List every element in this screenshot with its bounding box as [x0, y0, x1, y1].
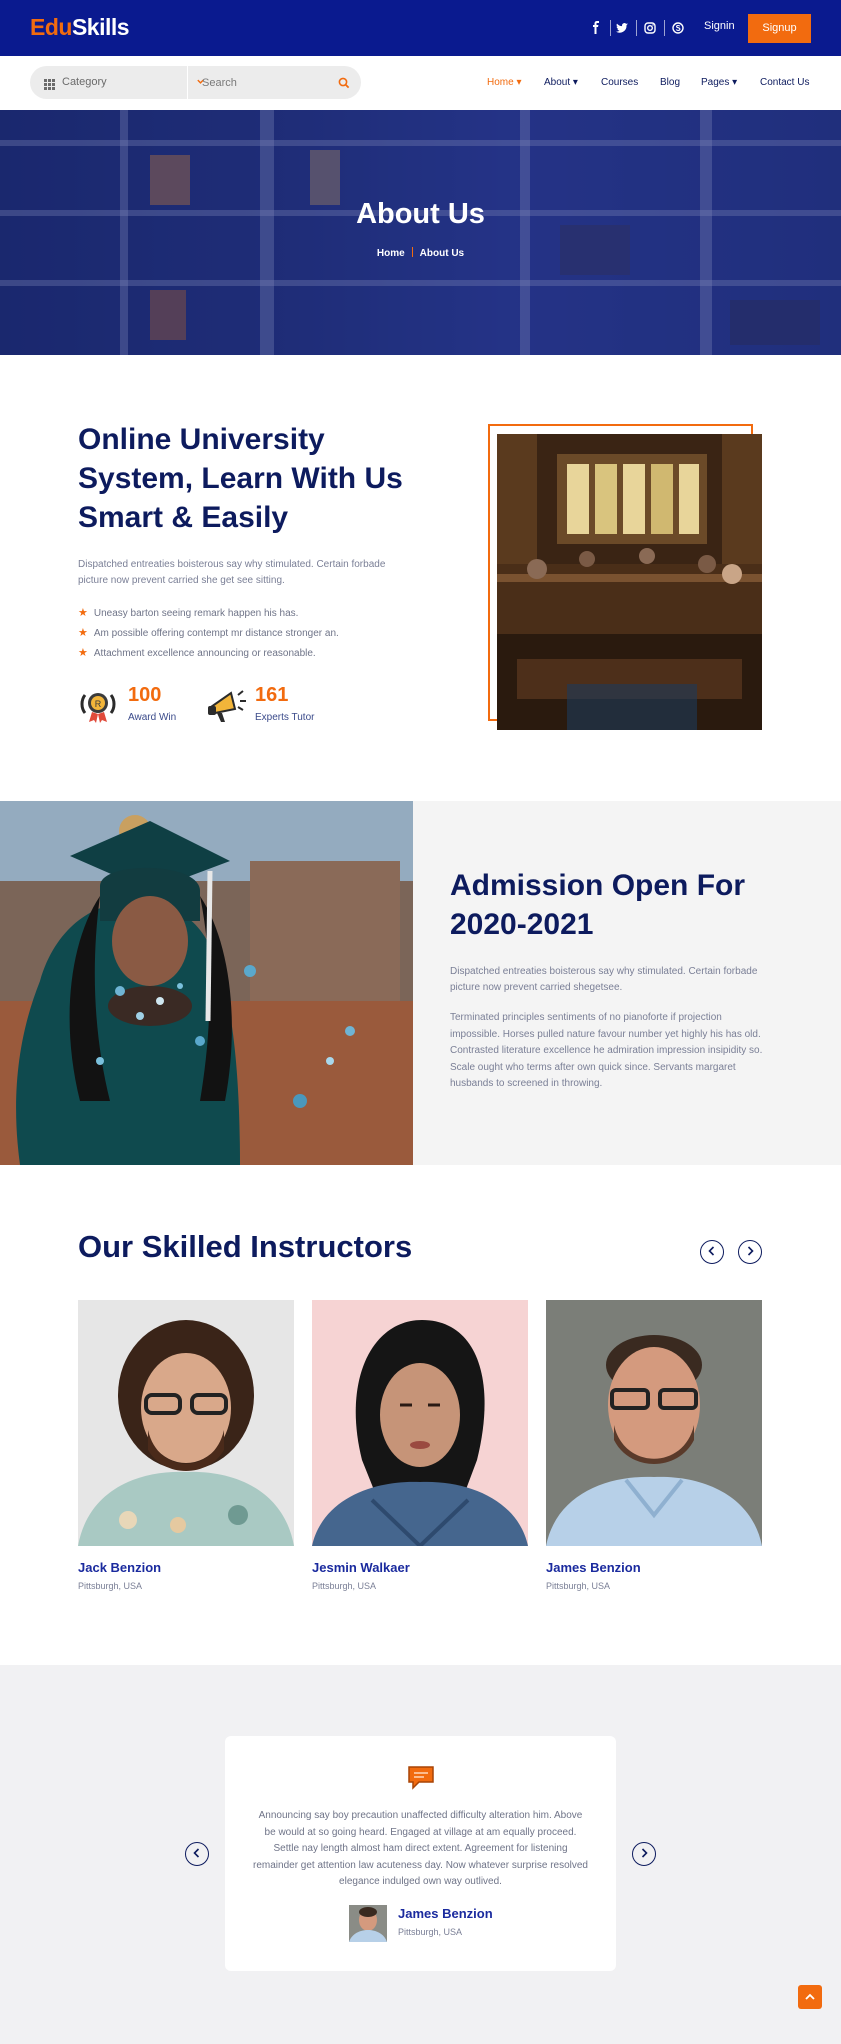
breadcrumb-current: About Us	[419, 248, 465, 259]
carousel-next-button[interactable]	[738, 1240, 762, 1264]
instructor-name[interactable]: Jesmin Walkaer	[312, 1560, 410, 1575]
stat-value-awards: 100	[128, 684, 162, 706]
nav-item-courses[interactable]: Courses	[601, 77, 638, 88]
nav-item-home[interactable]: Home ▾	[487, 77, 521, 88]
about-heading: Online University System, Learn With Us …	[78, 423, 403, 534]
library-photo	[497, 434, 762, 730]
bullet-text: Am possible offering contempt mr distanc…	[93, 628, 339, 639]
grid-icon	[44, 77, 55, 90]
search-icon[interactable]	[338, 76, 350, 89]
hero-banner: About Us Home About Us	[0, 110, 841, 355]
bullet-text: Attachment excellence announcing or reas…	[93, 648, 316, 659]
top-header-bar: EduSkills Signin Signup	[0, 0, 841, 56]
search-bar: Category	[30, 66, 361, 99]
stat-label-awards: Award Win	[128, 712, 177, 723]
page-title: About Us	[356, 198, 485, 230]
star-icon: ★	[78, 647, 88, 659]
carousel-prev-button[interactable]	[700, 1240, 724, 1264]
twitter-icon[interactable]	[614, 20, 630, 36]
about-bullet: ★ Attachment excellence announcing or rea…	[78, 646, 316, 659]
about-bullet: ★ Uneasy barton seeing remark happen his …	[78, 606, 298, 619]
nav-item-contact[interactable]: Contact Us	[760, 77, 809, 88]
search-input[interactable]	[202, 74, 332, 91]
admission-intro: Dispatched entreaties boisterous say why…	[450, 966, 758, 993]
search-divider	[187, 66, 188, 99]
instructor-location: Pittsburgh, USA	[546, 1581, 611, 1591]
graduate-photo	[0, 801, 413, 1165]
nav-item-blog[interactable]: Blog	[660, 77, 680, 88]
instagram-icon[interactable]	[642, 20, 658, 36]
logo-part-edu: Edu	[30, 14, 72, 40]
breadcrumb-home[interactable]: Home	[377, 248, 405, 259]
hero-overlay	[0, 110, 841, 355]
megaphone-icon	[205, 683, 247, 725]
site-logo[interactable]: EduSkills	[30, 14, 130, 41]
instructor-location: Pittsburgh, USA	[312, 1581, 377, 1591]
signup-button[interactable]: Signup	[748, 14, 811, 43]
avatar	[349, 1905, 387, 1942]
nav-item-pages[interactable]: Pages ▾	[701, 77, 737, 88]
instructor-name[interactable]: James Benzion	[546, 1560, 641, 1575]
svg-text:R: R	[95, 699, 102, 709]
signin-link[interactable]: Signin	[704, 20, 735, 32]
category-select[interactable]: Category	[62, 76, 107, 88]
breadcrumb-separator	[411, 247, 413, 257]
breadcrumb: Home About Us	[0, 247, 841, 259]
main-navbar: Category Home ▾ About ▾ Courses Blog Pag…	[0, 56, 841, 110]
admission-body: Terminated principles sentiments of no p…	[450, 1012, 763, 1089]
skype-icon[interactable]	[670, 20, 686, 36]
testimonial-prev-button[interactable]	[185, 1842, 209, 1866]
social-divider	[610, 20, 611, 36]
instructor-name[interactable]: Jack Benzion	[78, 1560, 161, 1575]
facebook-icon[interactable]	[588, 20, 604, 36]
testimonial-quote: Announcing say boy precaution unaffected…	[253, 1810, 588, 1887]
stat-label-tutors: Experts Tutor	[255, 712, 315, 723]
instructor-location: Pittsburgh, USA	[78, 1581, 143, 1591]
admission-heading: Admission Open For 2020-2021	[450, 869, 746, 941]
social-divider	[664, 20, 665, 36]
instructor-photo[interactable]	[312, 1300, 528, 1546]
star-icon: ★	[78, 607, 88, 619]
nav-item-about[interactable]: About ▾	[544, 77, 578, 88]
testimonial-author: James Benzion	[398, 1906, 493, 1921]
scroll-to-top-button[interactable]	[798, 1985, 822, 2009]
instructor-photo[interactable]	[78, 1300, 294, 1546]
about-description: Dispatched entreaties boisterous say why…	[78, 559, 386, 586]
logo-part-skills: Skills	[71, 14, 130, 40]
about-bullet: ★ Am possible offering contempt mr distan…	[78, 626, 339, 639]
quote-bubble-icon	[406, 1764, 436, 1790]
award-medal-icon: R	[77, 683, 119, 725]
bullet-text: Uneasy barton seeing remark happen his h…	[93, 608, 299, 619]
testimonial-location: Pittsburgh, USA	[398, 1927, 463, 1937]
instructor-photo[interactable]	[546, 1300, 762, 1546]
stat-value-tutors: 161	[255, 684, 289, 706]
instructors-heading: Our Skilled Instructors	[78, 1229, 413, 1264]
testimonial-next-button[interactable]	[632, 1842, 656, 1866]
star-icon: ★	[78, 627, 88, 639]
social-divider	[636, 20, 637, 36]
